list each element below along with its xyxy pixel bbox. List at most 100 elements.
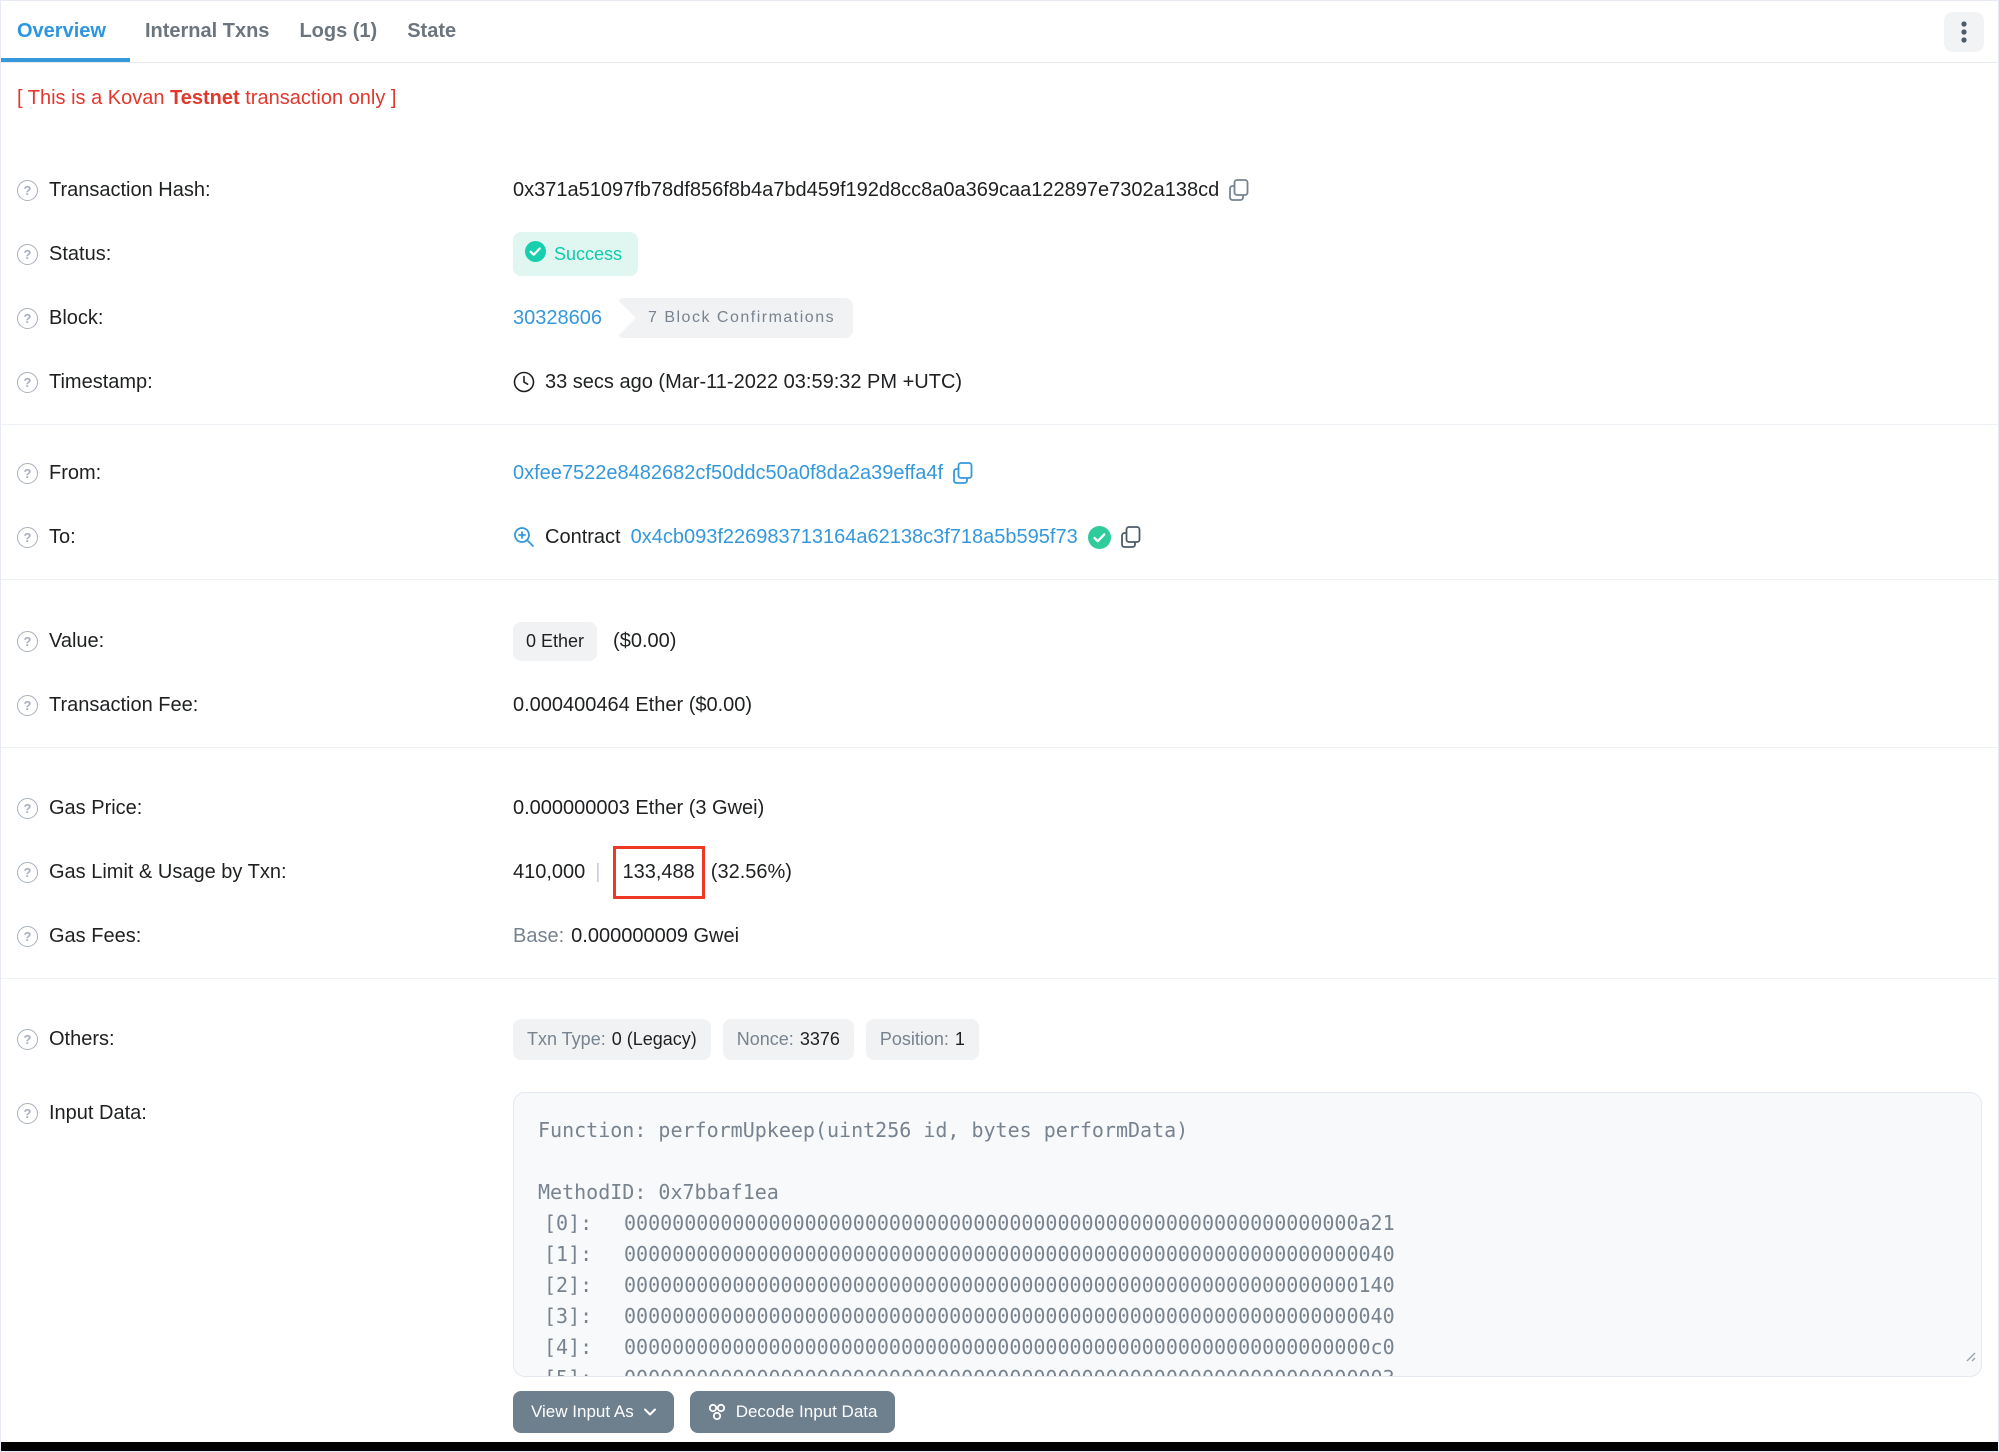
help-icon[interactable]: ? xyxy=(17,526,38,548)
transaction-hash-row: ? Transaction Hash: 0x371a51097fb78df856… xyxy=(1,158,1998,222)
more-options-button[interactable] xyxy=(1944,12,1984,52)
value-usd: ($0.00) xyxy=(613,629,677,652)
from-address-link[interactable]: 0xfee7522e8482682cf50ddc50a0f8da2a39effa… xyxy=(513,462,943,485)
input-word-line: [3]: 000000000000000000000000000000000000… xyxy=(544,1304,1395,1328)
tab-internal-txns[interactable]: Internal Txns xyxy=(130,1,284,62)
timestamp-row: ? Timestamp: 33 secs ago (Mar-11-2022 03… xyxy=(1,350,1998,414)
input-word-line: [5]:000000000000000000000000000000000000… xyxy=(538,1363,1957,1376)
block-row: ? Block: 30328606 7 Block Confirmations xyxy=(1,286,1998,350)
input-word-line: [2]: 000000000000000000000000000000000000… xyxy=(544,1273,1395,1297)
tab-state[interactable]: State xyxy=(392,1,471,62)
transaction-fee-value: 0.000400464 Ether ($0.00) xyxy=(513,693,753,716)
others-label: Others: xyxy=(49,1027,115,1050)
view-input-as-label: View Input As xyxy=(531,1402,634,1421)
section-divider xyxy=(1,579,1998,580)
input-function-line: Function: performUpkeep(uint256 id, byte… xyxy=(538,1118,1189,1142)
tab-bar: Overview Internal Txns Logs (1) State xyxy=(1,1,1998,63)
txn-type-badge: Txn Type: 0 (Legacy) xyxy=(513,1018,711,1060)
position-badge: Position: 1 xyxy=(865,1018,979,1060)
status-row: ? Status: Success xyxy=(1,222,1998,286)
clock-icon xyxy=(513,371,535,393)
status-label: Status: xyxy=(49,242,112,265)
txn-type-value: 0 (Legacy) xyxy=(611,1028,697,1049)
from-label: From: xyxy=(49,461,102,484)
section-divider xyxy=(1,424,1998,425)
annotation-highlight-box: 133,488 xyxy=(612,845,705,899)
resize-handle[interactable] xyxy=(1962,1340,1976,1371)
transaction-page: Overview Internal Txns Logs (1) State [ … xyxy=(0,0,1999,1452)
help-icon[interactable]: ? xyxy=(17,861,38,883)
section-divider xyxy=(1,747,1998,748)
copy-icon[interactable] xyxy=(1229,179,1249,201)
chevron-down-icon xyxy=(643,1408,656,1416)
transaction-hash-label: Transaction Hash: xyxy=(49,178,211,201)
input-word-line: [4]: 000000000000000000000000000000000000… xyxy=(544,1335,1395,1359)
gas-used-value: 133,488 xyxy=(622,860,695,883)
nonce-key: Nonce: xyxy=(736,1028,794,1049)
gas-limit-usage-row: ? Gas Limit & Usage by Txn: 410,000 | 13… xyxy=(1,840,1998,904)
to-contract-word: Contract xyxy=(545,525,621,548)
gas-limit-usage-label: Gas Limit & Usage by Txn: xyxy=(49,860,287,883)
gas-fees-base-label: Base: xyxy=(513,924,565,947)
status-text: Success xyxy=(554,243,623,264)
help-icon[interactable]: ? xyxy=(17,462,38,484)
section-divider xyxy=(1,978,1998,979)
help-icon[interactable]: ? xyxy=(17,630,38,652)
timestamp-value: 33 secs ago (Mar-11-2022 03:59:32 PM +UT… xyxy=(545,370,963,393)
from-row: ? From: 0xfee7522e8482682cf50ddc50a0f8da… xyxy=(1,441,1998,505)
decode-input-data-button[interactable]: Decode Input Data xyxy=(689,1391,896,1433)
check-circle-icon xyxy=(525,241,546,267)
help-icon[interactable]: ? xyxy=(17,1103,38,1124)
block-number-link[interactable]: 30328606 xyxy=(513,307,602,330)
gas-price-row: ? Gas Price: 0.000000003 Ether (3 Gwei) xyxy=(1,776,1998,840)
block-label: Block: xyxy=(49,306,104,329)
zoom-in-icon[interactable] xyxy=(513,526,535,548)
to-address-link[interactable]: 0x4cb093f226983713164a62138c3f718a5b595f… xyxy=(631,526,1078,549)
help-icon[interactable]: ? xyxy=(17,179,38,201)
copy-icon[interactable] xyxy=(953,462,973,484)
copy-icon[interactable] xyxy=(1120,526,1141,548)
help-icon[interactable]: ? xyxy=(17,1028,38,1050)
others-row: ? Others: Txn Type: 0 (Legacy) Nonce: 33… xyxy=(1,1007,1998,1071)
help-icon[interactable]: ? xyxy=(17,694,38,716)
gas-separator: | xyxy=(595,860,601,883)
transaction-hash-value: 0x371a51097fb78df856f8b4a7bd459f192d8cc8… xyxy=(513,178,1220,201)
txn-type-key: Txn Type: xyxy=(527,1028,606,1049)
bottom-edge-bar xyxy=(1,1442,1998,1451)
gas-fees-label: Gas Fees: xyxy=(49,924,142,947)
view-input-as-button[interactable]: View Input As xyxy=(513,1391,674,1433)
tab-overview[interactable]: Overview xyxy=(1,1,130,62)
input-methodid-line: MethodID: 0x7bbaf1ea xyxy=(538,1180,779,1204)
timestamp-label: Timestamp: xyxy=(49,370,153,393)
decode-icon xyxy=(708,1403,726,1421)
input-data-label: Input Data: xyxy=(49,1102,147,1124)
testnet-notice-suffix: transaction only ] xyxy=(239,87,397,109)
help-icon[interactable]: ? xyxy=(17,371,38,393)
position-key: Position: xyxy=(879,1028,949,1049)
gas-price-label: Gas Price: xyxy=(49,796,143,819)
gas-price-value: 0.000000003 Ether (3 Gwei) xyxy=(513,796,765,819)
gas-used-percent: (32.56%) xyxy=(710,860,792,883)
value-label: Value: xyxy=(49,629,105,652)
tab-logs[interactable]: Logs (1) xyxy=(284,1,392,62)
help-icon[interactable]: ? xyxy=(17,307,38,329)
to-row: ? To: Contract 0x4cb093f226983713164a621… xyxy=(1,505,1998,569)
input-word-line: [1]: 000000000000000000000000000000000000… xyxy=(544,1242,1395,1266)
help-icon[interactable]: ? xyxy=(17,925,38,947)
value-ether-badge: 0 Ether xyxy=(513,621,598,661)
input-data-textarea[interactable]: Function: performUpkeep(uint256 id, byte… xyxy=(513,1092,1982,1377)
nonce-badge: Nonce: 3376 xyxy=(722,1018,854,1060)
testnet-notice-prefix: [ This is a Kovan xyxy=(17,87,171,109)
gas-fees-base-value: 0.000000009 Gwei xyxy=(571,924,740,947)
nonce-value: 3376 xyxy=(799,1028,840,1049)
transaction-fee-row: ? Transaction Fee: 0.000400464 Ether ($0… xyxy=(1,673,1998,737)
input-data-row: ? Input Data: Function: performUpkeep(ui… xyxy=(1,1071,1998,1433)
position-value: 1 xyxy=(954,1028,965,1049)
help-icon[interactable]: ? xyxy=(17,243,38,265)
status-badge: Success xyxy=(513,232,639,276)
testnet-notice: [ This is a Kovan Testnet transaction on… xyxy=(1,63,1998,146)
testnet-notice-bold: Testnet xyxy=(170,87,240,109)
help-icon[interactable]: ? xyxy=(17,797,38,819)
transaction-fee-label: Transaction Fee: xyxy=(49,693,199,716)
input-word-line: [0]: 000000000000000000000000000000000000… xyxy=(544,1211,1395,1235)
